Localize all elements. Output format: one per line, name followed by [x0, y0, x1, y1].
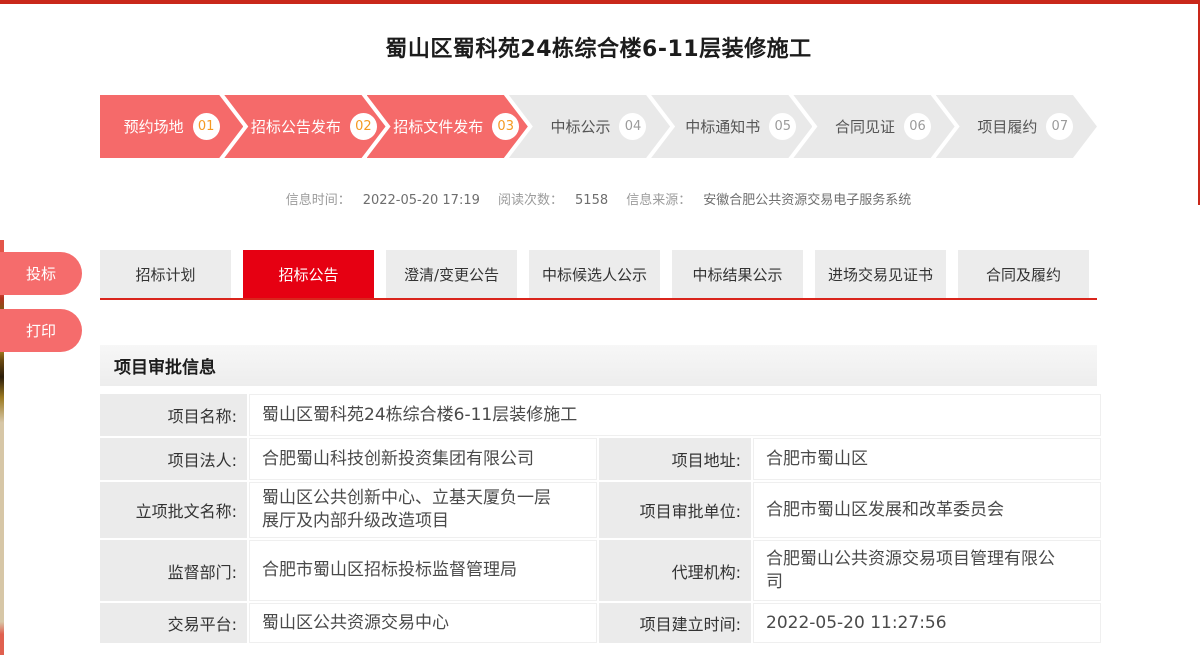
step-number-badge: 03 [492, 113, 519, 140]
project-approval-table: 项目名称: 蜀山区蜀科苑24栋综合楼6-11层装修施工 项目法人: 合肥蜀山科技… [100, 394, 1097, 643]
field-value-approval-unit: 合肥市蜀山区发展和改革委员会 [753, 482, 1101, 538]
step-award-notice[interactable]: 中标通知书 05 [651, 95, 812, 158]
field-label-agency: 代理机构: [599, 540, 751, 601]
step-label: 预约场地 [124, 116, 184, 137]
field-label-approval-doc-name: 立项批文名称: [100, 482, 247, 538]
info-time-label: 信息时间： [286, 193, 351, 208]
section-title-project-approval: 项目审批信息 [100, 345, 1097, 386]
info-meta-line: 信息时间： 2022-05-20 17:19 阅读次数： 5158 信息来源： 安徽合… [100, 189, 1097, 208]
step-number-badge: 06 [904, 113, 931, 140]
field-value-trading-platform: 蜀山区公共资源交易中心 [249, 603, 597, 643]
step-number-badge: 07 [1046, 113, 1073, 140]
tab-underline [100, 298, 1097, 300]
read-count-value: 5158 [575, 193, 608, 208]
step-tender-announcement[interactable]: 招标公告发布 02 [224, 95, 385, 158]
field-value-supervision-dept: 合肥市蜀山区招标投标监督管理局 [249, 540, 597, 601]
field-value-legal-person: 合肥蜀山科技创新投资集团有限公司 [249, 438, 597, 480]
field-value-project-name: 蜀山区蜀科苑24栋综合楼6-11层装修施工 [249, 394, 1101, 436]
step-number-badge: 02 [350, 113, 377, 140]
tab-bar: 招标计划 招标公告 澄清/变更公告 中标候选人公示 中标结果公示 进场交易见证书… [100, 250, 1097, 298]
info-time-value: 2022-05-20 17:19 [363, 193, 480, 208]
info-source-label: 信息来源： [626, 193, 691, 208]
field-value-project-create-time: 2022-05-20 11:27:56 [753, 603, 1101, 643]
step-number-badge: 01 [193, 113, 220, 140]
step-reserve-venue[interactable]: 预约场地 01 [100, 95, 243, 158]
field-label-project-create-time: 项目建立时间: [599, 603, 751, 643]
field-label-project-address: 项目地址: [599, 438, 751, 480]
tab-clarification-change[interactable]: 澄清/变更公告 [386, 250, 517, 298]
field-value-agency: 合肥蜀山公共资源交易项目管理有限公司 [753, 540, 1101, 601]
info-source-value: 安徽合肥公共资源交易电子服务系统 [703, 193, 911, 208]
field-label-project-name: 项目名称: [100, 394, 247, 436]
background-image-edge [0, 240, 4, 655]
field-value-project-address: 合肥市蜀山区 [753, 438, 1101, 480]
read-count-label: 阅读次数： [498, 193, 563, 208]
field-value-approval-doc-name: 蜀山区公共创新中心、立基天厦负一层展厅及内部升级改造项目 [249, 482, 597, 538]
tab-entry-certificate[interactable]: 进场交易见证书 [815, 250, 946, 298]
tab-candidate-publicity[interactable]: 中标候选人公示 [529, 250, 660, 298]
field-label-supervision-dept: 监督部门: [100, 540, 247, 601]
field-label-legal-person: 项目法人: [100, 438, 247, 480]
step-label: 合同见证 [835, 116, 895, 137]
field-label-approval-unit: 项目审批单位: [599, 482, 751, 538]
field-label-trading-platform: 交易平台: [100, 603, 247, 643]
tab-tender-announcement[interactable]: 招标公告 [243, 250, 374, 298]
main-content: 蜀山区蜀科苑24栋综合楼6-11层装修施工 预约场地 01 招标公告发布 02 … [100, 0, 1097, 643]
page-title: 蜀山区蜀科苑24栋综合楼6-11层装修施工 [100, 0, 1097, 63]
progress-steps: 预约场地 01 招标公告发布 02 招标文件发布 03 中标公示 04 中标通知… [100, 95, 1097, 158]
step-label: 项目履约 [977, 116, 1037, 137]
step-number-badge: 04 [619, 113, 646, 140]
tab-contract-performance[interactable]: 合同及履约 [958, 250, 1089, 298]
step-contract-witness[interactable]: 合同见证 06 [793, 95, 954, 158]
step-label: 中标公示 [550, 116, 610, 137]
step-tender-documents[interactable]: 招标文件发布 03 [367, 95, 528, 158]
step-number-badge: 05 [769, 113, 796, 140]
step-label: 中标通知书 [685, 116, 760, 137]
print-button[interactable]: 打印 [0, 309, 82, 352]
step-project-performance[interactable]: 项目履约 07 [936, 95, 1097, 158]
step-label: 招标公告发布 [251, 116, 341, 137]
tab-result-publicity[interactable]: 中标结果公示 [672, 250, 803, 298]
tab-tender-plan[interactable]: 招标计划 [100, 250, 231, 298]
bid-button[interactable]: 投标 [0, 252, 82, 295]
step-label: 招标文件发布 [393, 116, 483, 137]
step-winner-publicity[interactable]: 中标公示 04 [509, 95, 670, 158]
